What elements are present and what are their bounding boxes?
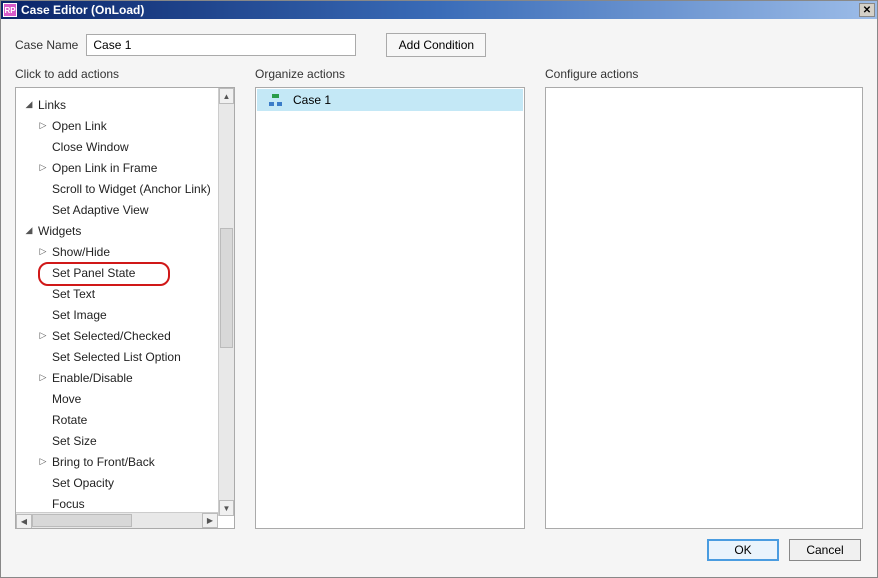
scroll-right-icon[interactable]: ▶ (202, 513, 218, 528)
organize-case-label: Case 1 (293, 93, 331, 107)
scroll-thumb[interactable] (32, 514, 132, 527)
collapse-icon[interactable]: ◢ (24, 99, 34, 110)
expand-icon[interactable]: ▷ (38, 372, 48, 383)
scroll-down-icon[interactable]: ▼ (219, 500, 234, 516)
ok-button[interactable]: OK (707, 539, 779, 561)
header-organize: Organize actions (255, 67, 525, 81)
horizontal-scrollbar[interactable]: ◀ ▶ (16, 512, 218, 528)
scroll-left-icon[interactable]: ◀ (16, 514, 32, 529)
tree-item-show-hide[interactable]: ▷Show/Hide (16, 241, 234, 262)
tree-group-links[interactable]: ◢Links (16, 94, 234, 115)
tree-item-scroll-widget[interactable]: Scroll to Widget (Anchor Link) (16, 178, 234, 199)
scroll-up-icon[interactable]: ▲ (219, 88, 234, 104)
tree-item-close-window[interactable]: Close Window (16, 136, 234, 157)
tree-item-bring-front-back[interactable]: ▷Bring to Front/Back (16, 451, 234, 472)
expand-icon[interactable]: ▷ (38, 120, 48, 131)
tree-item-enable-disable[interactable]: ▷Enable/Disable (16, 367, 234, 388)
add-condition-button[interactable]: Add Condition (386, 33, 486, 57)
expand-icon[interactable]: ▷ (38, 456, 48, 467)
tree-item-focus[interactable]: Focus (16, 493, 234, 514)
vertical-scrollbar[interactable]: ▲ ▼ (218, 88, 234, 516)
panels-row: ◢Links ▷Open Link Close Window ▷Open Lin… (1, 81, 877, 529)
window-title: Case Editor (OnLoad) (21, 3, 859, 17)
case-editor-window: RP Case Editor (OnLoad) ✕ Case Name Add … (0, 0, 878, 578)
tree-item-set-panel-state[interactable]: Set Panel State (16, 262, 234, 283)
tree-item-set-image[interactable]: Set Image (16, 304, 234, 325)
organize-panel: Case 1 (255, 87, 525, 529)
tree-item-move[interactable]: Move (16, 388, 234, 409)
case-name-row: Case Name Add Condition (1, 19, 877, 67)
expand-icon[interactable]: ▷ (38, 246, 48, 257)
tree-item-adaptive-view[interactable]: Set Adaptive View (16, 199, 234, 220)
tree-group-widgets[interactable]: ◢Widgets (16, 220, 234, 241)
expand-icon[interactable]: ▷ (38, 330, 48, 341)
expand-icon[interactable]: ▷ (38, 162, 48, 173)
case-name-label: Case Name (15, 38, 78, 52)
case-icon (269, 94, 283, 106)
actions-tree-panel: ◢Links ▷Open Link Close Window ▷Open Lin… (15, 87, 235, 529)
case-name-input[interactable] (86, 34, 356, 56)
tree-item-set-opacity[interactable]: Set Opacity (16, 472, 234, 493)
close-icon[interactable]: ✕ (859, 3, 875, 17)
tree-item-set-size[interactable]: Set Size (16, 430, 234, 451)
titlebar[interactable]: RP Case Editor (OnLoad) ✕ (1, 1, 877, 19)
tree-item-open-link[interactable]: ▷Open Link (16, 115, 234, 136)
tree-item-set-text[interactable]: Set Text (16, 283, 234, 304)
organize-case-row[interactable]: Case 1 (257, 89, 523, 111)
scroll-thumb[interactable] (220, 228, 233, 348)
tree-item-open-link-frame[interactable]: ▷Open Link in Frame (16, 157, 234, 178)
footer: OK Cancel (1, 529, 877, 571)
tree-item-rotate[interactable]: Rotate (16, 409, 234, 430)
actions-tree[interactable]: ◢Links ▷Open Link Close Window ▷Open Lin… (16, 88, 234, 518)
header-click-actions: Click to add actions (15, 67, 235, 81)
app-icon: RP (3, 3, 17, 17)
header-configure: Configure actions (545, 67, 863, 81)
collapse-icon[interactable]: ◢ (24, 225, 34, 236)
tree-item-set-selected[interactable]: ▷Set Selected/Checked (16, 325, 234, 346)
tree-item-set-list-option[interactable]: Set Selected List Option (16, 346, 234, 367)
cancel-button[interactable]: Cancel (789, 539, 861, 561)
column-headers: Click to add actions Organize actions Co… (1, 67, 877, 81)
configure-panel (545, 87, 863, 529)
